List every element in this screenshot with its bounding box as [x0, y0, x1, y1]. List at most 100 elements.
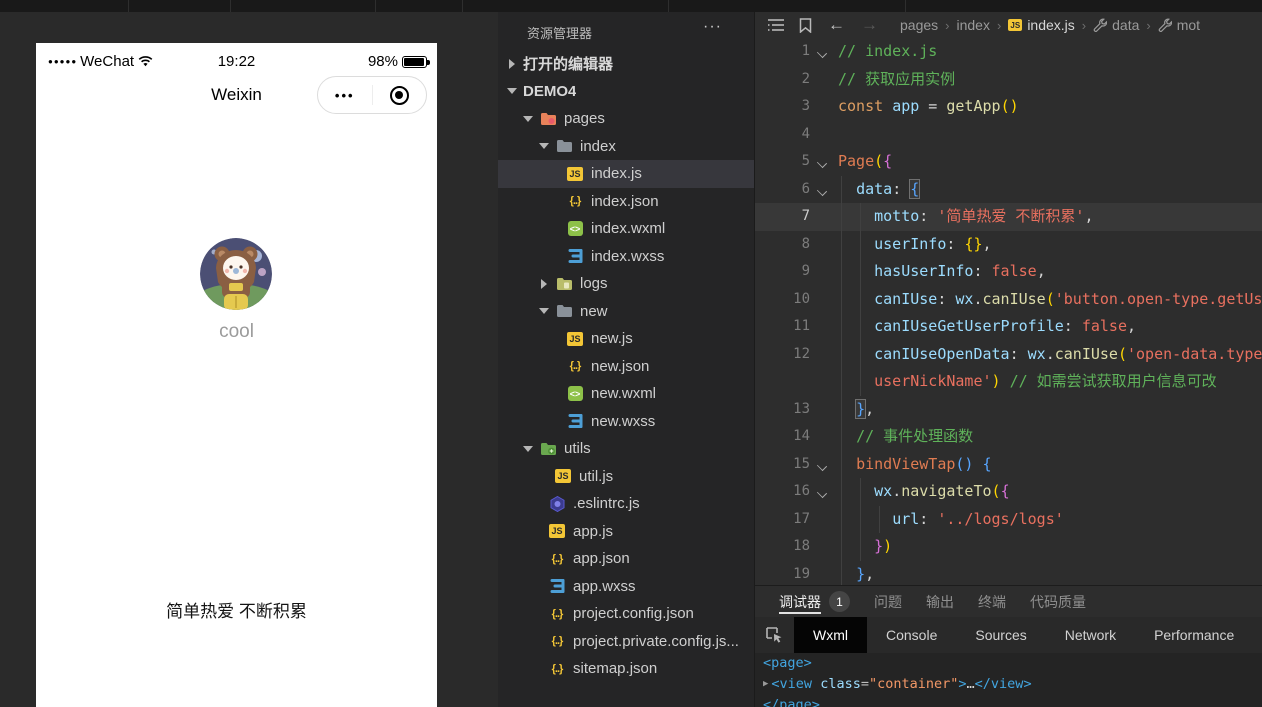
code-text: hasUserInfo: false,: [838, 258, 1262, 286]
code-line-19[interactable]: 19 },: [755, 561, 1262, 586]
devtools-tab-wxml[interactable]: Wxml: [794, 617, 867, 653]
tree-item-app-wxss[interactable]: app.wxss: [498, 573, 754, 601]
folder-logs-icon: [555, 276, 573, 292]
bookmark-icon[interactable]: [799, 18, 812, 33]
line-number: 3: [755, 93, 810, 121]
code-line-16[interactable]: 16 wx.navigateTo({: [755, 478, 1262, 506]
tree-item-sitemap-json[interactable]: {..}sitemap.json: [498, 655, 754, 683]
debugger-tab-代码质量[interactable]: 代码质量: [1030, 586, 1086, 617]
tree-item-new-json[interactable]: {..}new.json: [498, 353, 754, 381]
devtools-tab-sources[interactable]: Sources: [956, 617, 1045, 653]
tab-label: 调试器: [779, 592, 821, 612]
chevron-down-icon[interactable]: [506, 85, 518, 97]
devtools-tab-network[interactable]: Network: [1046, 617, 1135, 653]
code-line-10[interactable]: 10 canIUse: wx.canIUse('button.open-type…: [755, 286, 1262, 314]
debugger-tab-输出[interactable]: 输出: [926, 586, 954, 617]
breadcrumb-item-index[interactable]: index: [957, 17, 990, 33]
code-line-3[interactable]: 3const app = getApp(): [755, 93, 1262, 121]
json-file-icon: {..}: [548, 661, 566, 677]
chevron-down-icon[interactable]: [538, 305, 550, 317]
code-text: motto: '简单热爱 不断积累',: [838, 203, 1262, 231]
tree-item-utils[interactable]: utils: [498, 435, 754, 463]
tree-item-label: new.js: [591, 330, 633, 347]
inspect-element-icon[interactable]: [765, 626, 784, 645]
tree-item-project-private-config-js-[interactable]: {..}project.private.config.js...: [498, 628, 754, 656]
tree-item-index-wxss[interactable]: index.wxss: [498, 243, 754, 271]
code-line-15[interactable]: 15 bindViewTap() {: [755, 451, 1262, 479]
close-target-icon[interactable]: [373, 86, 427, 105]
devtools-tab-console[interactable]: Console: [867, 617, 956, 653]
tree-item--eslintrc-js[interactable]: .eslintrc.js: [498, 490, 754, 518]
eslint-file-icon: [548, 496, 566, 512]
devtools-tab-performance[interactable]: Performance: [1135, 617, 1253, 653]
tree-item-logs[interactable]: logs: [498, 270, 754, 298]
code-text: url: '../logs/logs': [838, 506, 1262, 534]
tree-item-new-js[interactable]: JSnew.js: [498, 325, 754, 353]
capsule-button[interactable]: •••: [317, 76, 427, 114]
line-number: 18: [755, 533, 810, 561]
code-line-13[interactable]: 13 },: [755, 396, 1262, 424]
chevron-right-icon[interactable]: [506, 58, 518, 70]
chevron-right-icon[interactable]: [538, 278, 550, 290]
back-arrow-icon[interactable]: ←: [828, 15, 845, 35]
breadcrumb-item-data[interactable]: data: [1093, 17, 1139, 33]
wxml-inspector[interactable]: <page>▶<view class="container">…</view><…: [755, 653, 1262, 707]
devtools-tab-memory[interactable]: Memory: [1253, 617, 1262, 653]
tree-item-pages[interactable]: pages: [498, 105, 754, 133]
forward-arrow-icon[interactable]: →: [861, 15, 878, 35]
breadcrumb-item-pages[interactable]: pages: [900, 17, 938, 33]
debugger-tab-终端[interactable]: 终端: [978, 586, 1006, 617]
tree-item-label: index: [580, 138, 616, 155]
tree-item-new-wxml[interactable]: <>new.wxml: [498, 380, 754, 408]
code-line-18[interactable]: 18 }): [755, 533, 1262, 561]
chevron-down-icon[interactable]: [538, 140, 550, 152]
avatar[interactable]: [200, 238, 272, 310]
tree-item-util-js[interactable]: JSutil.js: [498, 463, 754, 491]
tree-item-label: new.wxss: [591, 413, 655, 430]
code-line-4[interactable]: 4: [755, 121, 1262, 149]
code-line-12[interactable]: 12 canIUseOpenData: wx.canIUse('open-dat…: [755, 341, 1262, 369]
debugger-tab-调试器[interactable]: 调试器1: [779, 586, 850, 617]
expand-arrow-icon[interactable]: ▶: [763, 674, 768, 695]
open-editors-section[interactable]: 打开的编辑器: [498, 50, 754, 78]
breadcrumb-item-mot[interactable]: mot: [1158, 17, 1200, 33]
explorer-more-icon[interactable]: ···: [703, 18, 722, 36]
tree-item-index-js[interactable]: JSindex.js: [498, 160, 754, 188]
code-line-wrap[interactable]: userNickName') // 如需尝试获取用户信息可改: [755, 368, 1262, 396]
project-root-demo4[interactable]: DEMO4: [498, 78, 754, 106]
code-line-1[interactable]: 1// index.js: [755, 38, 1262, 66]
code-line-5[interactable]: 5Page({: [755, 148, 1262, 176]
debugger-tab-问题[interactable]: 问题: [874, 586, 902, 617]
wxss-file-icon: [566, 248, 584, 264]
code-line-8[interactable]: 8 userInfo: {},: [755, 231, 1262, 259]
tree-item-new-wxss[interactable]: new.wxss: [498, 408, 754, 436]
tree-item-project-config-json[interactable]: {..}project.config.json: [498, 600, 754, 628]
code-line-14[interactable]: 14 // 事件处理函数: [755, 423, 1262, 451]
chevron-down-icon[interactable]: [522, 443, 534, 455]
tree-item-index-json[interactable]: {..}index.json: [498, 188, 754, 216]
breadcrumb: pages›index›JSindex.js›data›mot: [900, 17, 1200, 33]
code-text: bindViewTap() {: [838, 451, 1262, 479]
wxml-node-row[interactable]: <page>: [755, 653, 1262, 674]
breadcrumb-item-index-js[interactable]: JSindex.js: [1008, 17, 1074, 33]
code-line-2[interactable]: 2// 获取应用实例: [755, 66, 1262, 94]
tree-item-index-wxml[interactable]: <>index.wxml: [498, 215, 754, 243]
code-line-6[interactable]: 6 data: {: [755, 176, 1262, 204]
chevron-down-icon[interactable]: [522, 113, 534, 125]
tree-item-app-json[interactable]: {..}app.json: [498, 545, 754, 573]
tree-item-index[interactable]: index: [498, 133, 754, 161]
code-line-17[interactable]: 17 url: '../logs/logs': [755, 506, 1262, 534]
code-line-11[interactable]: 11 canIUseGetUserProfile: false,: [755, 313, 1262, 341]
tree-item-app-js[interactable]: JSapp.js: [498, 518, 754, 546]
code-line-7[interactable]: 7 motto: '简单热爱 不断积累',: [755, 203, 1262, 231]
wxml-node-row[interactable]: </page>: [755, 695, 1262, 707]
outline-list-icon[interactable]: [767, 18, 785, 32]
more-icon[interactable]: •••: [318, 88, 372, 103]
code-area[interactable]: 1// index.js2// 获取应用实例3const app = getAp…: [755, 38, 1262, 585]
code-line-9[interactable]: 9 hasUserInfo: false,: [755, 258, 1262, 286]
line-number: 16: [755, 478, 810, 506]
json-file-icon: {..}: [548, 633, 566, 649]
wxml-node-row[interactable]: ▶<view class="container">…</view>: [755, 674, 1262, 695]
tree-item-new[interactable]: new: [498, 298, 754, 326]
line-number: 9: [755, 258, 810, 286]
